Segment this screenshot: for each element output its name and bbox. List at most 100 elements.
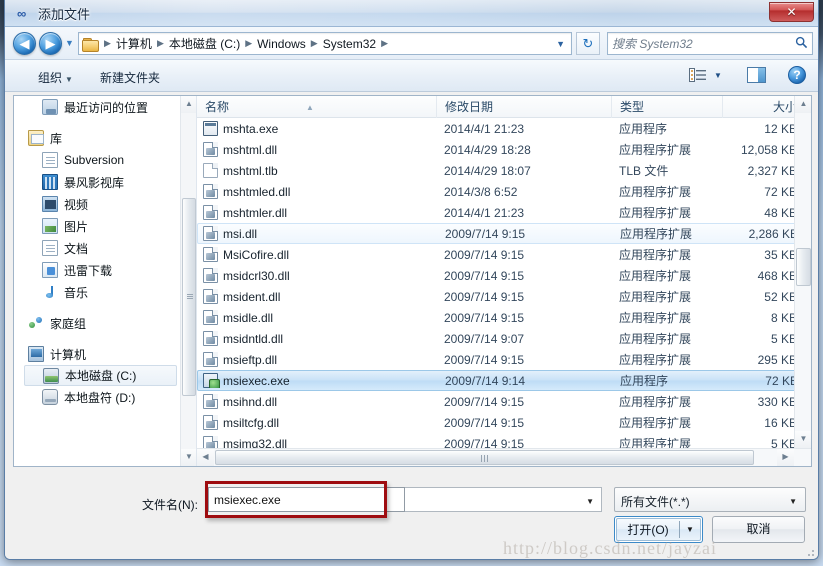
filename-input[interactable] xyxy=(208,487,405,512)
sidebar-item[interactable]: 音乐 xyxy=(14,281,181,303)
table-row[interactable]: mshtmler.dll 2014/4/1 21:23 应用程序扩展 48 KB xyxy=(197,202,811,223)
sidebar-scrollbar[interactable]: ▲ ▼ xyxy=(180,96,196,466)
dll-icon xyxy=(203,331,218,346)
sidebar-item[interactable]: 本地磁盘 (C:) xyxy=(24,365,177,386)
table-row[interactable]: msiexec.exe 2009/7/14 9:14 应用程序 72 KB xyxy=(197,370,811,391)
sidebar-item-label: 暴风影视库 xyxy=(64,175,125,190)
nav-group-spacer xyxy=(14,303,181,312)
breadcrumb-separator: ▶ xyxy=(104,38,111,48)
sidebar-item[interactable]: 迅雷下载 xyxy=(14,259,181,281)
table-row[interactable]: msieftp.dll 2009/7/14 9:15 应用程序扩展 295 KB xyxy=(197,349,811,370)
scroll-up-icon[interactable]: ▲ xyxy=(181,96,196,113)
chevron-down-icon[interactable]: ▼ xyxy=(556,39,569,49)
file-name-label: mshtmler.dll xyxy=(223,205,288,220)
table-row[interactable]: mshtml.tlb 2014/4/29 18:07 TLB 文件 2,327 KB xyxy=(197,160,811,181)
file-name-cell: mshtmler.dll xyxy=(197,205,436,220)
sidebar-item[interactable]: 图片 xyxy=(14,215,181,237)
sidebar-item[interactable]: 暴风影视库 xyxy=(14,171,181,193)
scroll-up-icon[interactable]: ▲ xyxy=(795,96,811,113)
filename-combo-area[interactable]: ▼ xyxy=(405,487,602,512)
breadcrumb-item-system32[interactable]: System32 xyxy=(321,37,378,51)
navigation-bar: ◀ ▶ ▼ ▶ 计算机 ▶ 本地磁盘 (C:) ▶ Windows ▶ Syst… xyxy=(5,27,818,60)
scroll-down-icon[interactable]: ▼ xyxy=(181,449,196,466)
search-input[interactable]: 搜索 System32 xyxy=(612,35,795,52)
sidebar-item-label: 音乐 xyxy=(64,285,89,300)
sidebar-item-label: Subversion xyxy=(64,153,125,167)
refresh-icon[interactable]: ↻ xyxy=(576,32,600,55)
preview-pane-icon[interactable] xyxy=(747,67,766,83)
sidebar-item[interactable]: 最近访问的位置 xyxy=(14,96,181,118)
table-row[interactable]: msidntld.dll 2009/7/14 9:07 应用程序扩展 5 KB xyxy=(197,328,811,349)
table-row[interactable]: msidcrl30.dll 2009/7/14 9:15 应用程序扩展 468 KB xyxy=(197,265,811,286)
table-row[interactable]: MsiCofire.dll 2009/7/14 9:15 应用程序扩展 35 KB xyxy=(197,244,811,265)
file-type-cell: 应用程序扩展 xyxy=(619,185,692,199)
sidebar-item[interactable]: Subversion xyxy=(14,149,181,171)
column-header-name[interactable]: 名称 ▲ xyxy=(197,96,436,118)
file-date-cell: 2009/7/14 9:14 xyxy=(445,373,526,388)
sidebar-item[interactable]: 文档 xyxy=(14,237,181,259)
history-dropdown-icon[interactable]: ▼ xyxy=(65,39,75,49)
help-icon[interactable]: ? xyxy=(788,66,806,84)
address-bar[interactable]: ▶ 计算机 ▶ 本地磁盘 (C:) ▶ Windows ▶ System32 ▶… xyxy=(78,32,572,55)
scroll-right-icon[interactable]: ▶ xyxy=(777,449,794,466)
breadcrumb-item-computer[interactable]: 计算机 xyxy=(114,35,154,52)
chevron-down-icon[interactable]: ▼ xyxy=(586,497,594,506)
table-row[interactable]: mshtml.dll 2014/4/29 18:28 应用程序扩展 12,058 KB xyxy=(197,139,811,160)
cancel-button[interactable]: 取消 xyxy=(712,516,805,543)
file-type-cell: 应用程序扩展 xyxy=(619,416,692,430)
forward-icon[interactable]: ▶ xyxy=(39,32,62,55)
open-dropdown-chevron-icon[interactable]: ▼ xyxy=(680,525,700,534)
file-list-scrollbar[interactable]: ▲ ▼ xyxy=(794,96,811,466)
table-row[interactable]: mshta.exe 2014/4/1 21:23 应用程序 12 KB xyxy=(197,118,811,139)
file-date-cell: 2009/7/14 9:15 xyxy=(444,310,525,325)
organize-button[interactable]: 组织 ▼ xyxy=(33,67,78,88)
file-date-cell: 2009/7/14 9:15 xyxy=(444,352,525,367)
breadcrumb-item-c-drive[interactable]: 本地磁盘 (C:) xyxy=(167,35,242,52)
table-row[interactable]: msidle.dll 2009/7/14 9:15 应用程序扩展 8 KB xyxy=(197,307,811,328)
sidebar-item[interactable]: 家庭组 xyxy=(14,312,181,334)
scroll-down-icon[interactable]: ▼ xyxy=(795,431,811,448)
horizontal-scrollbar[interactable]: ◀ ▶ xyxy=(197,448,811,466)
table-row[interactable]: msihnd.dll 2009/7/14 9:15 应用程序扩展 330 KB xyxy=(197,391,811,412)
breadcrumb-item-windows[interactable]: Windows xyxy=(255,37,308,51)
back-icon[interactable]: ◀ xyxy=(13,32,36,55)
table-row[interactable]: msiltcfg.dll 2009/7/14 9:15 应用程序扩展 16 KB xyxy=(197,412,811,433)
resize-grip[interactable] xyxy=(803,545,815,557)
file-date-cell: 2014/4/29 18:28 xyxy=(444,142,531,157)
column-header-type[interactable]: 类型 xyxy=(611,96,722,118)
sidebar-item[interactable]: 本地盘符 (D:) xyxy=(14,386,181,408)
dll-icon xyxy=(203,289,218,304)
view-mode-chevron-icon[interactable]: ▼ xyxy=(714,71,722,80)
sidebar-item[interactable]: 计算机 xyxy=(14,343,181,365)
file-type-filter-dropdown[interactable]: 所有文件(*.*) ▼ xyxy=(614,487,806,512)
file-list-pane: 名称 ▲ 修改日期 类型 大小 mshta.exe 2014/4/1 21:23 应… xyxy=(197,96,811,466)
search-box[interactable]: 搜索 System32 xyxy=(607,32,813,55)
scroll-left-icon[interactable]: ◀ xyxy=(197,449,214,466)
file-open-dialog: ∞ 添加文件 ✕ ◀ ▶ ▼ ▶ 计算机 ▶ 本地磁盘 (C:) ▶ Windo… xyxy=(4,0,819,560)
sidebar-item[interactable]: 视频 xyxy=(14,193,181,215)
new-folder-button[interactable]: 新建文件夹 xyxy=(95,67,165,88)
sidebar-scrollbar-thumb[interactable] xyxy=(182,198,196,396)
sidebar-item[interactable]: 库 xyxy=(14,127,181,149)
horizontal-scrollbar-thumb[interactable] xyxy=(215,450,754,465)
table-row[interactable]: msident.dll 2009/7/14 9:15 应用程序扩展 52 KB xyxy=(197,286,811,307)
column-header-date[interactable]: 修改日期 xyxy=(436,96,611,118)
dll-icon xyxy=(203,352,218,367)
file-list-scrollbar-thumb[interactable] xyxy=(796,248,811,286)
table-row[interactable]: mshtmled.dll 2014/3/8 6:52 应用程序扩展 72 KB xyxy=(197,181,811,202)
file-name-label: msidcrl30.dll xyxy=(223,268,290,283)
infinity-icon: ∞ xyxy=(17,6,26,21)
file-name-label: msieftp.dll xyxy=(223,352,278,367)
file-name-label: msihnd.dll xyxy=(223,394,278,409)
dll-icon xyxy=(203,205,218,220)
sidebar-item-label: 最近访问的位置 xyxy=(64,100,149,115)
sidebar-item-label: 本地磁盘 (C:) xyxy=(65,369,137,383)
file-type-cell: 应用程序扩展 xyxy=(619,143,692,157)
file-date-cell: 2014/3/8 6:52 xyxy=(444,184,518,199)
document-icon xyxy=(42,240,58,256)
table-row[interactable]: msi.dll 2009/7/14 9:15 应用程序扩展 2,286 KB xyxy=(197,223,811,244)
view-mode-icon[interactable] xyxy=(689,67,707,83)
file-name-cell: mshtml.dll xyxy=(197,142,436,157)
close-button[interactable]: ✕ xyxy=(769,2,814,22)
sidebar-item-label: 家庭组 xyxy=(50,316,87,331)
